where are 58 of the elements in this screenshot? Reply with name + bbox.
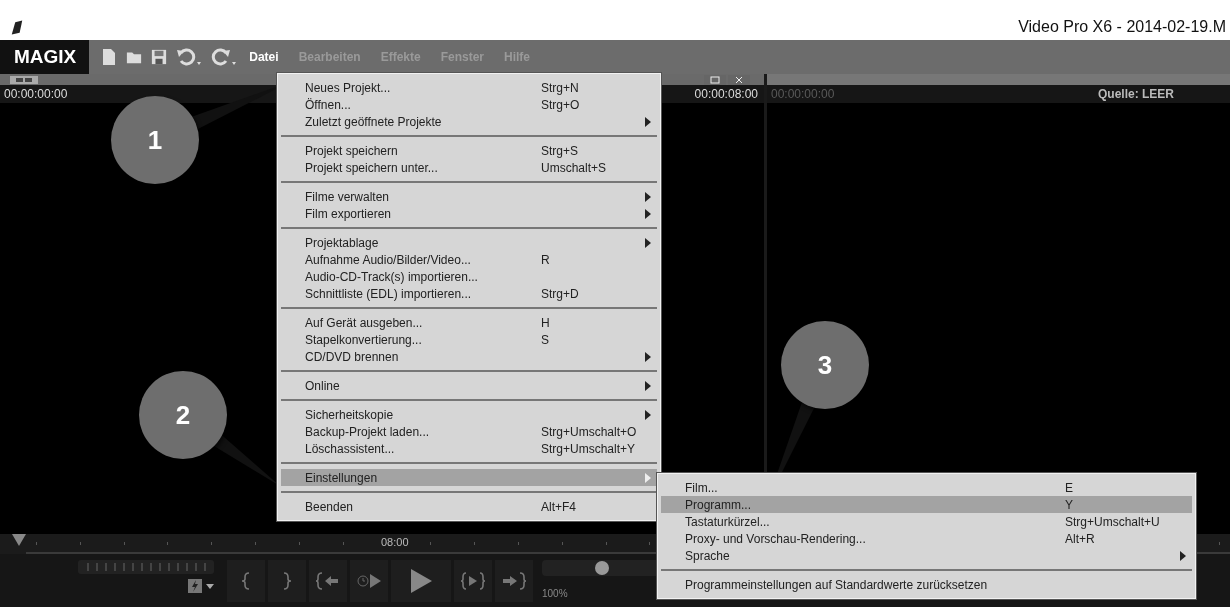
menu-item[interactable]: Backup-Projekt laden... Strg+Umschalt+O — [281, 423, 657, 440]
menu-item[interactable]: Aufnahme Audio/Bilder/Video... R — [281, 251, 657, 268]
menu-item[interactable]: Zuletzt geöffnete Projekte — [281, 113, 657, 130]
menu-item[interactable]: Audio-CD-Track(s) importieren... — [281, 268, 657, 285]
menu-item[interactable]: Proxy- und Vorschau-Rendering... Alt+R — [661, 530, 1192, 547]
menu-item[interactable]: Online — [281, 377, 657, 394]
zoom-dropdown[interactable]: 100% — [542, 588, 568, 599]
menu-item[interactable]: Film... E — [661, 479, 1192, 496]
play-range-button[interactable] — [454, 560, 492, 602]
menu-item[interactable]: CD/DVD brennen — [281, 348, 657, 365]
menu-item[interactable]: Neues Projekt... Strg+N — [281, 79, 657, 96]
menu-item[interactable]: Projekt speichern unter... Umschalt+S — [281, 159, 657, 176]
menu-item[interactable]: Auf Gerät ausgeben... H — [281, 314, 657, 331]
app-icon — [10, 19, 24, 36]
menu-item[interactable]: Tastaturkürzel... Strg+Umschalt+U — [661, 513, 1192, 530]
loop-play-button[interactable] — [350, 560, 388, 602]
caret-icon[interactable] — [206, 583, 214, 589]
menu-item[interactable]: Beenden Alt+F4 — [281, 498, 657, 515]
menu-item[interactable]: Projekt speichern Strg+S — [281, 142, 657, 159]
menu-item[interactable]: Sprache — [661, 547, 1192, 564]
menu-item[interactable]: Stapelkonvertierung... S — [281, 331, 657, 348]
go-to-mark-in-button[interactable] — [309, 560, 347, 602]
timecode: 00:00:08:00 — [694, 87, 758, 101]
bracket-open-icon — [240, 571, 252, 591]
save-icon[interactable] — [151, 48, 168, 66]
menu-item[interactable]: Film exportieren — [281, 205, 657, 222]
play-icon — [409, 568, 433, 594]
menu-item[interactable]: Programm... Y — [661, 496, 1192, 513]
menu-item[interactable]: Datei — [249, 50, 279, 64]
play-button[interactable] — [391, 560, 451, 602]
menu-item[interactable]: Filme verwalten — [281, 188, 657, 205]
bracketed-play-icon — [460, 571, 486, 591]
arrow-bracket-right-icon — [501, 571, 527, 591]
logo: MAGIX — [0, 40, 90, 74]
mark-out-button[interactable] — [268, 560, 306, 602]
timecode: 00:00:00:00 — [771, 87, 835, 101]
timecode: 00:00:00:00 — [4, 87, 68, 101]
menu-item[interactable]: Einstellungen — [281, 469, 657, 486]
mark-in-button[interactable] — [227, 560, 265, 602]
menu-item[interactable]: Projektablage — [281, 234, 657, 251]
source-label: Quelle: LEER — [1098, 87, 1174, 101]
new-file-icon[interactable] — [101, 48, 118, 66]
bracket-close-icon — [281, 571, 293, 591]
view-toggle-icon[interactable] — [10, 75, 38, 84]
menu-item[interactable]: Programmeinstellungen auf Standardwerte zurücksetzen — [661, 576, 1192, 593]
bracket-arrow-left-icon — [315, 571, 341, 591]
clock-play-icon — [356, 571, 382, 591]
menu-item[interactable]: Sicherheitskopie — [281, 406, 657, 423]
window-title: Video Pro X6 - 2014-02-19.M — [1018, 18, 1226, 36]
undo-icon[interactable] — [176, 48, 203, 66]
time-label: 08:00 — [379, 536, 411, 548]
go-to-mark-out-button[interactable] — [495, 560, 533, 602]
menu-item[interactable]: Schnittliste (EDL) importieren... Strg+D — [281, 285, 657, 302]
menu-item[interactable]: Löschassistent... Strg+Umschalt+Y — [281, 440, 657, 457]
menu-item[interactable]: Öffnen... Strg+O — [281, 96, 657, 113]
redo-icon[interactable] — [211, 48, 238, 66]
zoom-slider-thumb[interactable] — [595, 561, 609, 575]
lightning-icon[interactable] — [188, 579, 202, 593]
